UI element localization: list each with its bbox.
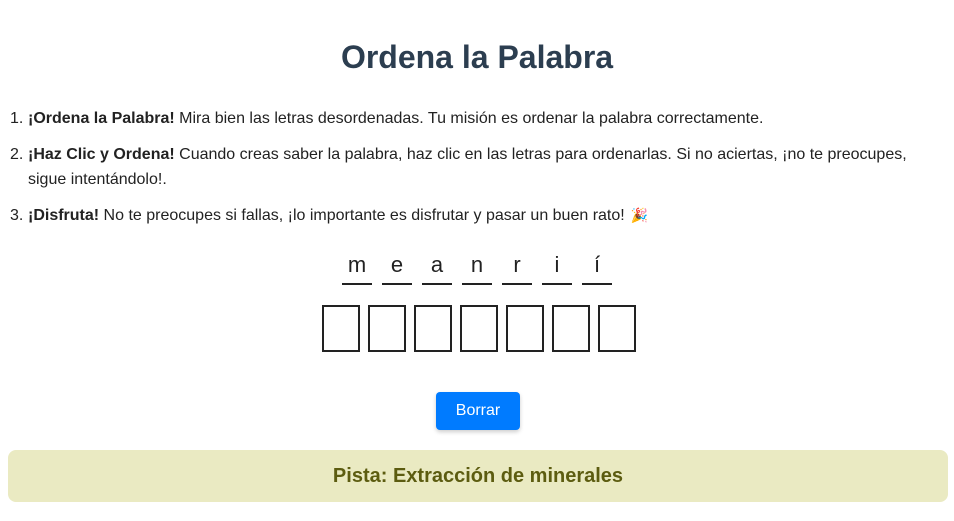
answer-slot[interactable]	[368, 305, 406, 352]
instruction-text: No te preocupes si fallas, ¡lo important…	[99, 207, 625, 224]
letter-tile[interactable]: a	[422, 251, 452, 285]
letter-tile[interactable]: í	[582, 251, 612, 285]
letter-tile[interactable]: n	[462, 251, 492, 285]
scrambled-letters: m e a n r i í	[0, 251, 954, 285]
answer-slot[interactable]	[598, 305, 636, 352]
instruction-heading: ¡Ordena la Palabra!	[28, 110, 175, 127]
instruction-number: 2.	[10, 146, 24, 163]
answer-slots	[0, 305, 954, 352]
instruction-item: 1. ¡Ordena la Palabra! Mira bien las let…	[10, 106, 928, 131]
instruction-number: 3.	[10, 207, 24, 224]
game-page: Ordena la Palabra 1. ¡Ordena la Palabra!…	[0, 0, 954, 521]
page-title: Ordena la Palabra	[340, 39, 614, 75]
letter-tile[interactable]: r	[502, 251, 532, 285]
answer-slot[interactable]	[552, 305, 590, 352]
instruction-item: 2. ¡Haz Clic y Ordena! Cuando creas sabe…	[10, 142, 928, 192]
letter-tile[interactable]: m	[342, 251, 372, 285]
answer-slot[interactable]	[460, 305, 498, 352]
hint-banner: Pista: Extracción de minerales	[8, 450, 948, 502]
instruction-text: Mira bien las letras desordenadas. Tu mi…	[174, 110, 764, 127]
letter-tile[interactable]: e	[382, 251, 412, 285]
answer-slot[interactable]	[322, 305, 360, 352]
party-popper-icon: 🎉	[630, 207, 649, 223]
instruction-item: 3. ¡Disfruta! No te preocupes si fallas,…	[10, 203, 928, 228]
instruction-number: 1.	[10, 110, 24, 127]
instruction-heading: ¡Haz Clic y Ordena!	[28, 146, 175, 163]
clear-button[interactable]: Borrar	[436, 392, 520, 430]
answer-slot[interactable]	[414, 305, 452, 352]
instructions-list: 1. ¡Ordena la Palabra! Mira bien las let…	[10, 106, 928, 239]
letter-tile[interactable]: i	[542, 251, 572, 285]
instruction-heading: ¡Disfruta!	[28, 207, 100, 224]
answer-slot[interactable]	[506, 305, 544, 352]
